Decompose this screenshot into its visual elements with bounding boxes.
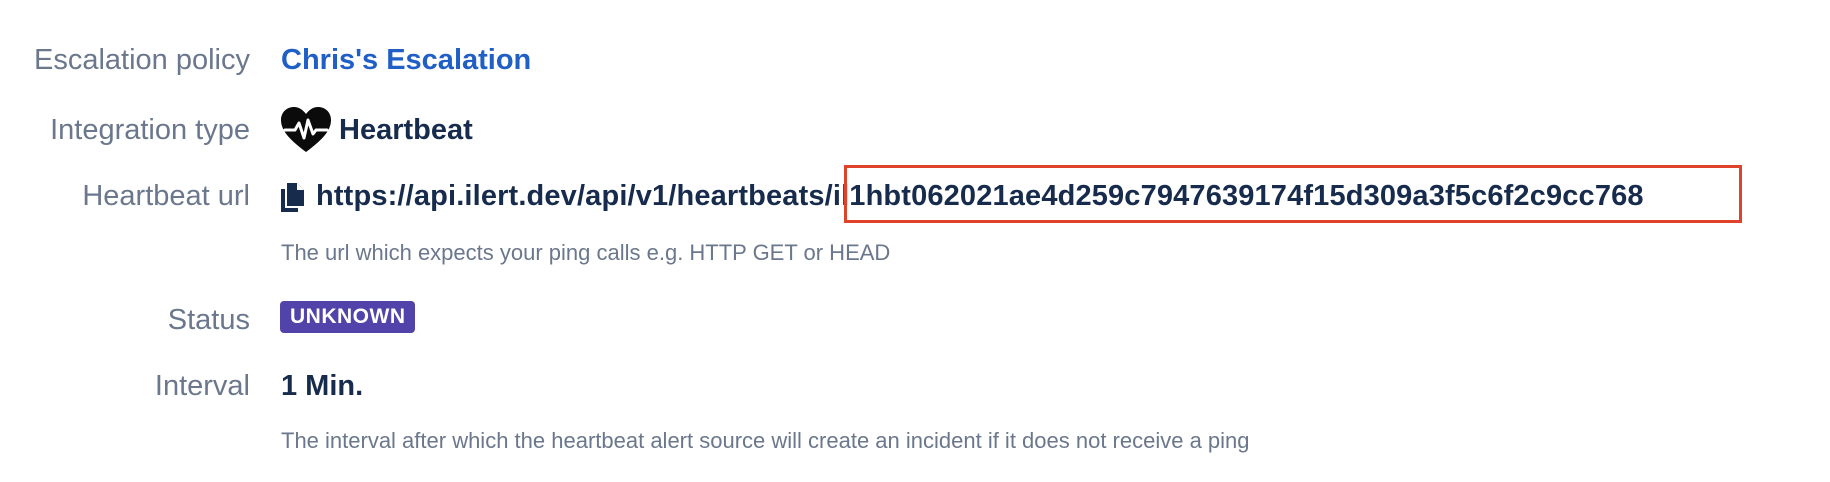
heartbeat-url-help: The url which expects your ping calls e.…: [281, 240, 891, 265]
escalation-policy-label: Escalation policy: [34, 44, 250, 76]
interval-value: 1 Min.: [281, 370, 364, 402]
escalation-policy-link[interactable]: Chris's Escalation: [281, 44, 531, 77]
status-badge: UNKNOWN: [280, 301, 416, 333]
interval-row: Interval 1 Min. The interval after which…: [0, 370, 1830, 460]
integration-type-row: Integration type Heartbeat: [0, 106, 1830, 156]
copy-icon[interactable]: [280, 183, 305, 213]
interval-label: Interval: [154, 370, 250, 402]
status-row: Status UNKNOWN: [0, 301, 1830, 341]
interval-help: The interval after which the heartbeat a…: [281, 428, 1250, 453]
highlight-box: [844, 165, 1742, 223]
heartbeat-icon: [280, 106, 332, 154]
escalation-policy-row: Escalation policy Chris's Escalation: [0, 44, 1830, 84]
integration-type-value: Heartbeat: [339, 114, 473, 146]
integration-type-label: Integration type: [50, 114, 250, 146]
status-label: Status: [167, 304, 250, 336]
heartbeat-url-label: Heartbeat url: [82, 180, 250, 212]
